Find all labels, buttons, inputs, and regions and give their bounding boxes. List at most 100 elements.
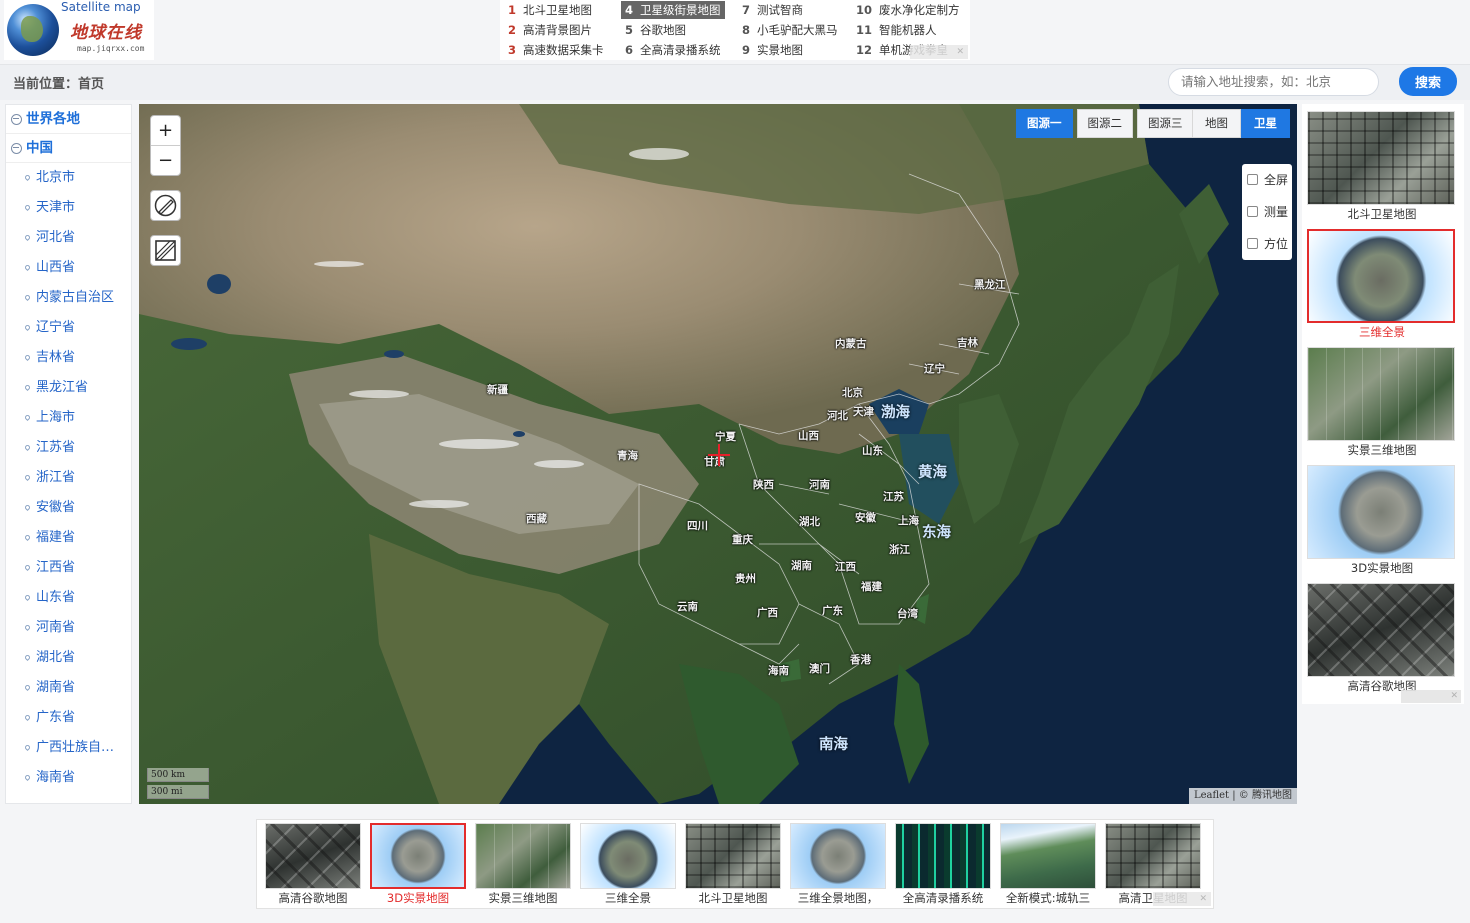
sidebar-item[interactable]: 江西省 [6, 553, 131, 583]
ad-link[interactable]: 4 卫星级街景地图 [621, 1, 725, 19]
sidebar-item[interactable]: 内蒙古自治区 [6, 283, 131, 313]
sidebar-item[interactable]: 天津市 [6, 193, 131, 223]
breadcrumb: 当前位置：首页 [13, 77, 105, 92]
source-button-2[interactable]: 图源二 [1076, 109, 1133, 138]
right-thumb[interactable]: 北斗卫星地图 [1307, 111, 1457, 222]
zoom-in-button[interactable]: + [151, 116, 180, 146]
sidebar-item[interactable]: 广东省 [6, 703, 131, 733]
search-button[interactable]: 搜索 [1399, 67, 1457, 96]
sidebar-section-china[interactable]: 中国 [6, 134, 131, 163]
map-place-label: 西藏 [526, 513, 547, 525]
location-pin-icon [23, 743, 32, 752]
ad-close-icon[interactable]: ✕ [1153, 892, 1211, 906]
map-place-label: 江苏 [883, 491, 904, 503]
map-place-label: 河北 [827, 410, 848, 422]
satellite-map[interactable]: + − 图源一 图源二 图源三 地图 卫星 全屏 测量 方位 黑龙江 吉林 辽宁 内蒙… [139, 104, 1297, 804]
map-place-label: 江西 [835, 561, 856, 573]
sidebar-item[interactable]: 广西壮族自… [6, 733, 131, 763]
ad-link[interactable]: 9 实景地图 [738, 41, 807, 59]
ad-link[interactable]: 11 智能机器人 [852, 21, 941, 39]
map-place-label: 重庆 [732, 534, 753, 546]
site-logo[interactable]: Satellite map 地球在线 map.jiqrxx.com [4, 0, 154, 60]
right-thumb[interactable]: 高清谷歌地图 [1307, 583, 1457, 694]
right-thumb[interactable]: 实景三维地图 [1307, 347, 1457, 458]
ad-link[interactable]: 2 高清背景图片 [504, 21, 596, 39]
sidebar-item[interactable]: 辽宁省 [6, 313, 131, 343]
sidebar-item[interactable]: 上海市 [6, 403, 131, 433]
map-place-label: 湖南 [791, 560, 812, 572]
thumbnail-image [895, 823, 991, 889]
ad-link[interactable]: 10 废水净化定制方 [852, 1, 964, 19]
thumbnail-image [580, 823, 676, 889]
sidebar-item[interactable]: 河南省 [6, 613, 131, 643]
sidebar-item[interactable]: 山东省 [6, 583, 131, 613]
ad-link[interactable]: 7 测试智商 [738, 1, 807, 19]
checkbox-icon [1247, 206, 1258, 217]
location-pin-icon [23, 323, 32, 332]
bearing-checkbox[interactable]: 方位 [1242, 228, 1292, 260]
sidebar-item[interactable]: 河北省 [6, 223, 131, 253]
sidebar-item[interactable]: 浙江省 [6, 463, 131, 493]
bottom-thumb[interactable]: 全高清录播系统 [894, 823, 992, 906]
zoom-out-button[interactable]: − [151, 146, 180, 176]
sidebar-item[interactable]: 福建省 [6, 523, 131, 553]
thumbnail-image [265, 823, 361, 889]
map-place-label: 山西 [798, 430, 819, 442]
bottom-thumb[interactable]: 3D实景地图 [369, 823, 467, 906]
bottom-thumb[interactable]: 北斗卫星地图 [684, 823, 782, 906]
source-button-1[interactable]: 图源一 [1016, 109, 1073, 138]
search-input[interactable] [1168, 68, 1379, 96]
checkbox-icon [1247, 174, 1258, 185]
location-pin-icon [23, 623, 32, 632]
ad-close-icon[interactable]: ✕ [1401, 690, 1461, 703]
sidebar-item[interactable]: 黑龙江省 [6, 373, 131, 403]
map-place-label: 贵州 [735, 573, 756, 585]
map-place-label: 天津 [853, 406, 874, 418]
right-thumb[interactable]: 三维全景 [1307, 229, 1457, 340]
sidebar-item[interactable]: 北京市 [6, 163, 131, 193]
draw-polygon-tool[interactable] [150, 235, 181, 266]
bottom-thumb[interactable]: 全新模式:城轨三 [999, 823, 1097, 906]
map-place-label: 湖北 [799, 516, 820, 528]
location-pin-icon [23, 173, 32, 182]
ad-link[interactable]: 5 谷歌地图 [621, 21, 690, 39]
measure-checkbox[interactable]: 测量 [1242, 196, 1292, 228]
map-attribution[interactable]: Leaflet | © 腾讯地图 [1188, 788, 1297, 804]
ad-link[interactable]: 6 全高清录播系统 [621, 41, 725, 59]
ad-link[interactable]: 1 北斗卫星地图 [504, 1, 596, 19]
ad-link[interactable]: 3 高速数据采集卡 [504, 41, 608, 59]
bottom-thumb[interactable]: 三维全景地图， [789, 823, 887, 906]
right-thumb[interactable]: 3D实景地图 [1307, 465, 1457, 576]
view-map-button[interactable]: 地图 [1192, 109, 1241, 138]
location-pin-icon [23, 593, 32, 602]
scale-mi: 300 mi [147, 785, 209, 799]
map-place-label: 吉林 [957, 337, 978, 349]
location-pin-icon [23, 443, 32, 452]
map-place-label: 澳门 [809, 663, 830, 675]
fullscreen-checkbox[interactable]: 全屏 [1242, 164, 1292, 196]
center-crosshair-icon [708, 444, 730, 466]
bottom-thumb[interactable]: 高清谷歌地图 [264, 823, 362, 906]
sidebar-item[interactable]: 湖北省 [6, 643, 131, 673]
bottom-thumb[interactable]: 实景三维地图 [474, 823, 572, 906]
sidebar-item[interactable]: 海南省 [6, 763, 131, 793]
bottom-thumb[interactable]: 三维全景 [579, 823, 677, 906]
globe-icon [11, 114, 22, 125]
checkbox-icon [1247, 238, 1258, 249]
map-place-label: 香港 [850, 654, 871, 666]
map-sea-label: 东海 [922, 525, 951, 541]
sidebar-section-world[interactable]: 世界各地 [6, 105, 131, 134]
ad-close-icon[interactable]: ✕ [910, 45, 968, 59]
sidebar-item[interactable]: 安徽省 [6, 493, 131, 523]
thumbnail-image [685, 823, 781, 889]
source-button-3[interactable]: 图源三 [1137, 109, 1194, 138]
map-place-label: 宁夏 [715, 431, 736, 443]
location-pin-icon [23, 563, 32, 572]
ad-link[interactable]: 8 小毛驴配大黑马 [738, 21, 842, 39]
sidebar-item[interactable]: 吉林省 [6, 343, 131, 373]
draw-polyline-tool[interactable] [150, 190, 181, 221]
sidebar-item[interactable]: 湖南省 [6, 673, 131, 703]
sidebar-item[interactable]: 山西省 [6, 253, 131, 283]
view-satellite-button[interactable]: 卫星 [1241, 109, 1290, 138]
sidebar-item[interactable]: 江苏省 [6, 433, 131, 463]
